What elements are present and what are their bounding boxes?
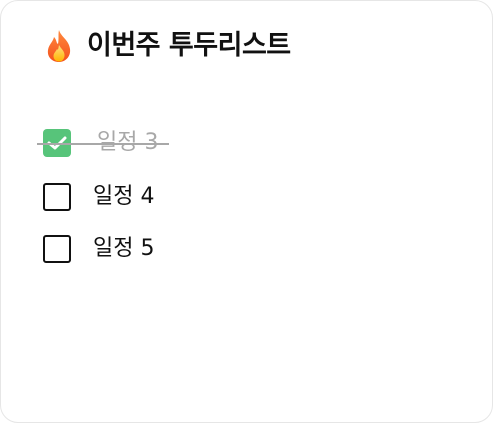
todo-checkbox[interactable]	[43, 235, 71, 263]
todo-label: 일정 5	[93, 236, 155, 261]
todo-item[interactable]: 일정 3	[37, 119, 169, 167]
card-header: 이번주 투두리스트	[45, 29, 291, 63]
todo-card: 이번주 투두리스트 일정 3 일정 4 일정 5	[0, 0, 493, 423]
fire-icon	[45, 29, 73, 63]
todo-label: 일정 3	[97, 130, 159, 155]
todo-label: 일정 4	[93, 184, 155, 209]
check-icon	[47, 136, 67, 150]
page-title: 이번주 투두리스트	[87, 30, 291, 61]
todo-checkbox[interactable]	[43, 183, 71, 211]
todo-item[interactable]: 일정 5	[43, 225, 158, 273]
todo-item[interactable]: 일정 4	[43, 173, 158, 221]
todo-checkbox-checked[interactable]	[43, 129, 71, 157]
todo-list: 일정 3 일정 4 일정 5	[37, 123, 169, 267]
